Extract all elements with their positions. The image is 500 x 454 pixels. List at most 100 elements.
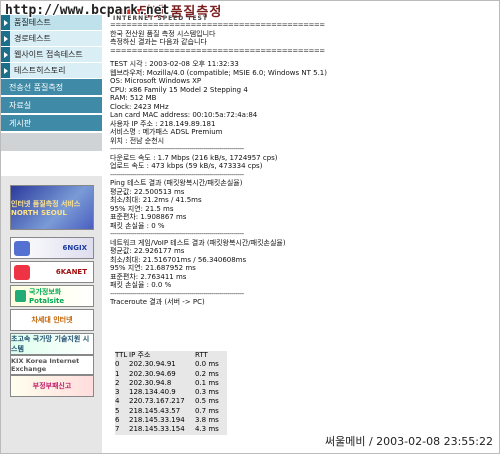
sysinfo-line: 서비스명 : 메가패스 ADSL Premium bbox=[110, 128, 223, 136]
nav-section-line-quality[interactable]: 전송선 품질측정 bbox=[1, 79, 102, 95]
table-cell: 7 bbox=[115, 425, 120, 434]
table-row: 0 202.30.94.91 0.0 ms bbox=[115, 360, 227, 369]
banner-corruption-report[interactable]: 부정부패신고 bbox=[10, 375, 94, 397]
table-cell: 218.145.43.57 bbox=[129, 406, 181, 415]
table-cell: 0.0 ms bbox=[195, 360, 219, 369]
sysinfo-line: OS: Microsoft Windows XP bbox=[110, 77, 202, 85]
banner-portal[interactable]: 국가정보화 Potalsite bbox=[10, 285, 94, 307]
voip-line: 최소/최대: 21.516701ms / 56.340608ms bbox=[110, 255, 247, 264]
table-header: TTL IP 주소 RTT bbox=[115, 351, 227, 360]
voip-line: 표준편차: 2.763411 ms bbox=[110, 272, 187, 281]
nav-section-board[interactable]: 게시판 bbox=[1, 115, 102, 131]
separator: ======================================== bbox=[110, 21, 325, 29]
separator: ----------------------------------------… bbox=[110, 145, 244, 153]
table-cell: 5 bbox=[115, 406, 120, 415]
table-row: 5 218.145.43.57 0.7 ms bbox=[115, 407, 227, 416]
globe-icon bbox=[14, 241, 30, 256]
sysinfo-line: 웹브라우저: Mozilla/4.0 (compatible; MSIE 6.0… bbox=[110, 68, 327, 77]
separator: ----------------------------------------… bbox=[110, 230, 244, 238]
traceroute-table: TTL IP 주소 RTT 0 202.30.94.91 0.0 ms 1 202.30… bbox=[115, 351, 227, 435]
banner-north-seoul[interactable]: 인터넷 품질측정 서비스 NORTH SEOUL bbox=[10, 185, 94, 230]
nav-item-label: 경로테스트 bbox=[14, 34, 51, 43]
table-cell: 220.73.167.217 bbox=[129, 397, 185, 406]
ping-line: 최소/최대: 21.2ms / 41.5ms bbox=[110, 196, 202, 204]
table-cell: 4 bbox=[115, 397, 120, 406]
table-cell: 218.145.33.194 bbox=[129, 416, 185, 425]
banner-6ngix[interactable]: 6NGIX bbox=[10, 237, 94, 259]
page: http://www.bcpark.net 터넷 품질측정 INTERNET S… bbox=[0, 0, 500, 454]
arrow-icon bbox=[1, 31, 10, 46]
ping-line: 평균값: 22.500513 ms bbox=[110, 187, 185, 196]
table-cell: 0.2 ms bbox=[195, 369, 219, 378]
table-cell: 202.30.94.69 bbox=[129, 369, 176, 378]
table-cell: 202.30.94.8 bbox=[129, 378, 172, 387]
table-cell: 3.8 ms bbox=[195, 416, 219, 425]
logo-icon bbox=[14, 265, 30, 280]
speed-line: 다운로드 속도 : 1.7 Mbps (216 kB/s, 1724957 cp… bbox=[110, 153, 278, 162]
banner-label: 6KANET bbox=[55, 268, 87, 276]
table-row: 2 202.30.94.8 0.1 ms bbox=[115, 379, 227, 388]
column-header: IP 주소 bbox=[129, 351, 151, 359]
ping-line: 95% 지연: 21.5 ms bbox=[110, 204, 174, 213]
intro-line: 측정하신 결과는 다음과 같습니다 bbox=[110, 38, 207, 46]
sysinfo-line: Clock: 2423 MHz bbox=[110, 102, 169, 111]
nav-item-label: 테스트히스토리 bbox=[14, 66, 66, 75]
separator: ----------------------------------------… bbox=[110, 289, 244, 298]
voip-line: 네트워크 게임/VoIP 테스트 결과 (패킷왕복시간/패킷손실율) bbox=[110, 238, 286, 247]
portal-icon bbox=[15, 290, 27, 302]
table-cell: 4.3 ms bbox=[195, 425, 219, 434]
table-cell: 0.1 ms bbox=[195, 378, 219, 387]
table-cell: 128.134.40.9 bbox=[129, 388, 176, 397]
voip-line: 95% 지연: 21.687952 ms bbox=[110, 264, 196, 272]
table-cell: 1 bbox=[115, 369, 120, 378]
sysinfo-line: 위치 : 전남 순천시 bbox=[110, 136, 165, 145]
arrow-icon bbox=[1, 63, 10, 78]
capture-stamp: 써울메비 / 2003-02-08 23:55:22 bbox=[324, 435, 493, 448]
banner-6kanet[interactable]: 6KANET bbox=[10, 261, 94, 283]
ping-line: Ping 테스트 결과 (패킷왕복시간/패킷손실율) bbox=[110, 179, 243, 187]
banner-tech-support[interactable]: 초고속 국가망 기술지원 시스템 bbox=[10, 333, 94, 355]
sysinfo-line: RAM: 512 MB bbox=[110, 94, 157, 102]
sysinfo-line: CPU: x86 Family 15 Model 2 Stepping 4 bbox=[110, 85, 248, 94]
nav-spacer bbox=[1, 133, 102, 151]
watermark-url: http://www.bcpark.net bbox=[5, 3, 170, 18]
table-row: 3 128.134.40.9 0.3 ms bbox=[115, 388, 227, 397]
speed-line: 업로드 속도 : 473 kbps (59 kB/s, 473334 cps) bbox=[110, 162, 263, 170]
sysinfo-line: 사용자 IP 주소 : 218.149.89.181 bbox=[110, 119, 216, 128]
nav-item-website-test[interactable]: 웹사이트 접속테스트 bbox=[1, 47, 102, 62]
nav-item-label: 웹사이트 접속테스트 bbox=[14, 50, 83, 59]
table-row: 4 220.73.167.217 0.5 ms bbox=[115, 397, 227, 406]
banner-label: 6NGIX bbox=[62, 244, 87, 252]
table-cell: 0.5 ms bbox=[195, 397, 219, 406]
separator: ----------------------------------------… bbox=[110, 170, 244, 179]
nav-item-label: 품질테스트 bbox=[14, 18, 51, 27]
table-cell: 2 bbox=[115, 378, 120, 387]
column-header: TTL bbox=[115, 351, 128, 359]
sysinfo-line: Lan card MAC address: 00:10:5a:72:4a:84 bbox=[110, 111, 258, 119]
intro-line: 한국 전산원 품질 측정 시스템입니다 bbox=[110, 29, 216, 38]
banner-next-gen-internet[interactable]: 차세대 인터넷 bbox=[10, 309, 94, 331]
table-row: 7 218.145.33.154 4.3 ms bbox=[115, 425, 227, 434]
ping-line: 패킷 손실율 : 0 % bbox=[110, 221, 165, 230]
banner-kix[interactable]: KIX Korea Internet Exchange bbox=[10, 355, 94, 375]
nav-section-archive[interactable]: 자료실 bbox=[1, 97, 102, 113]
table-cell: 0.7 ms bbox=[195, 406, 219, 415]
table-cell: 202.30.94.91 bbox=[129, 360, 176, 369]
sysinfo-line: TEST 시각 : 2003-02-08 오후 11:32:33 bbox=[110, 60, 239, 68]
nav-item-route-test[interactable]: 경로테스트 bbox=[1, 31, 102, 46]
separator: ======================================== bbox=[110, 46, 325, 55]
nav-item-test-history[interactable]: 테스트히스토리 bbox=[1, 63, 102, 78]
table-row: 1 202.30.94.69 0.2 ms bbox=[115, 370, 227, 379]
column-header: RTT bbox=[195, 351, 208, 359]
table-cell: 0 bbox=[115, 360, 120, 369]
table-cell: 6 bbox=[115, 416, 120, 425]
traceroute-title: Traceroute 결과 (서버 -> PC) bbox=[110, 298, 205, 306]
ping-line: 표준편차: 1.908867 ms bbox=[110, 213, 187, 221]
table-cell: 218.145.33.154 bbox=[129, 425, 185, 434]
arrow-icon bbox=[1, 47, 10, 62]
table-cell: 3 bbox=[115, 388, 120, 397]
voip-line: 평균값: 22.926177 ms bbox=[110, 247, 185, 255]
voip-line: 패킷 손실율 : 0.0 % bbox=[110, 281, 172, 289]
result-text: ========================================… bbox=[110, 21, 495, 307]
banner-label: 국가정보화 Potalsite bbox=[29, 288, 65, 305]
